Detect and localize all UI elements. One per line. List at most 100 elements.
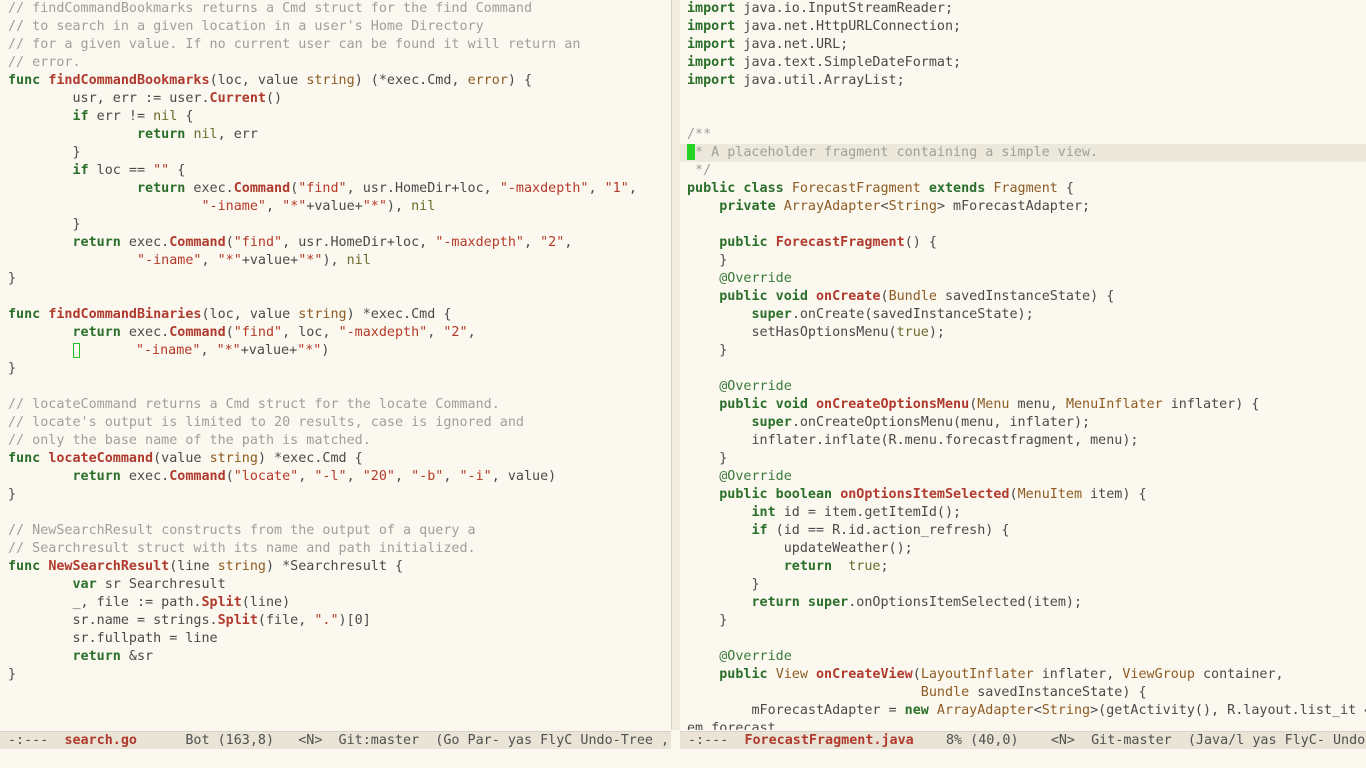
code-token: return bbox=[72, 325, 121, 340]
left-modeline-modes[interactable]: <N> Git:master (Go Par- yas FlyC Undo-Tr… bbox=[298, 733, 671, 748]
go-code-line[interactable]: func locateCommand(value string) *exec.C… bbox=[8, 450, 637, 468]
go-code-line[interactable]: // only the base name of the path is mat… bbox=[8, 432, 637, 450]
java-code-line[interactable]: import java.util.ArrayList; bbox=[687, 72, 1366, 90]
go-code-line[interactable]: } bbox=[8, 144, 637, 162]
java-code-line[interactable]: */ bbox=[687, 162, 1366, 180]
java-code-line[interactable] bbox=[687, 216, 1366, 234]
go-code-line[interactable]: } bbox=[8, 270, 637, 288]
go-code-line[interactable]: if loc == "" { bbox=[8, 162, 637, 180]
java-code-line[interactable]: public boolean onOptionsItemSelected(Men… bbox=[687, 486, 1366, 504]
code-token: Bundle bbox=[888, 289, 937, 304]
right-modeline-buffer-name[interactable]: ForecastFragment.java bbox=[744, 733, 913, 748]
java-editor-pane[interactable]: import java.io.InputStreamReader; import … bbox=[680, 0, 1366, 730]
java-code-line[interactable]: @Override bbox=[687, 648, 1366, 666]
go-code-line[interactable]: // to search in a given location in a us… bbox=[8, 18, 637, 36]
java-code-line[interactable]: inflater.inflate(R.menu.forecastfragment… bbox=[687, 432, 1366, 450]
java-code-line[interactable]: } bbox=[687, 612, 1366, 630]
code-token: Command bbox=[233, 181, 291, 196]
java-code-line[interactable]: return true; bbox=[687, 558, 1366, 576]
java-code-line[interactable]: } bbox=[687, 576, 1366, 594]
go-code-line[interactable]: // locateCommand returns a Cmd struct fo… bbox=[8, 396, 637, 414]
code-token: java.io.InputStreamReader; bbox=[735, 1, 954, 16]
left-mode-line[interactable]: -:--- search.go Bot (163,8) <N> Git:mast… bbox=[0, 731, 671, 749]
java-code-line[interactable]: Bundle savedInstanceState) { bbox=[687, 684, 1366, 702]
java-code-line[interactable]: import java.net.URL; bbox=[687, 36, 1366, 54]
java-code-line[interactable]: public void onCreate(Bundle savedInstanc… bbox=[687, 288, 1366, 306]
code-token: func bbox=[8, 451, 49, 466]
go-code-line[interactable]: var sr Searchresult bbox=[8, 576, 637, 594]
java-code-line[interactable]: * A placeholder fragment containing a si… bbox=[680, 144, 1366, 162]
java-code-line[interactable]: super.onCreate(savedInstanceState); bbox=[687, 306, 1366, 324]
right-mode-line[interactable]: -:--- ForecastFragment.java 8% (40,0) <N… bbox=[680, 731, 1366, 749]
go-code-line[interactable]: } bbox=[8, 486, 637, 504]
go-code-line[interactable]: _, file := path.Split(line) bbox=[8, 594, 637, 612]
java-code-line[interactable]: public class ForecastFragment extends Fr… bbox=[687, 180, 1366, 198]
java-code-line[interactable] bbox=[687, 360, 1366, 378]
java-code-line[interactable]: @Override bbox=[687, 270, 1366, 288]
right-modeline-modes[interactable]: <N> Git-master (Java/l yas FlyC- Undo- bbox=[1051, 733, 1366, 748]
java-code-line[interactable]: public ForecastFragment() { bbox=[687, 234, 1366, 252]
java-code-line[interactable]: int id = item.getItemId(); bbox=[687, 504, 1366, 522]
java-code-line[interactable]: return super.onOptionsItemSelected(item)… bbox=[687, 594, 1366, 612]
go-code-line[interactable]: // locate's output is limited to 20 resu… bbox=[8, 414, 637, 432]
java-code-line[interactable]: updateWeather(); bbox=[687, 540, 1366, 558]
java-code-line[interactable]: if (id == R.id.action_refresh) { bbox=[687, 522, 1366, 540]
go-code-line[interactable]: func NewSearchResult(line string) *Searc… bbox=[8, 558, 637, 576]
window-divider[interactable] bbox=[671, 0, 680, 730]
code-token: } bbox=[687, 343, 728, 358]
code-token: return bbox=[783, 559, 833, 574]
go-code-line[interactable]: return exec.Command("find", loc, "-maxde… bbox=[8, 324, 637, 342]
java-code-line[interactable]: import java.net.HttpURLConnection; bbox=[687, 18, 1366, 36]
go-code-line[interactable] bbox=[8, 288, 637, 306]
java-code-line[interactable] bbox=[687, 630, 1366, 648]
java-code-line[interactable]: import java.io.InputStreamReader; bbox=[687, 0, 1366, 18]
go-code-line[interactable]: func findCommandBookmarks(loc, value str… bbox=[8, 72, 637, 90]
java-code-line[interactable]: setHasOptionsMenu(true); bbox=[687, 324, 1366, 342]
java-code-line[interactable]: em_forecast, bbox=[687, 720, 1366, 730]
go-code-line[interactable] bbox=[8, 378, 637, 396]
minibuffer[interactable] bbox=[0, 750, 1366, 768]
java-code-line[interactable]: mForecastAdapter = new ArrayAdapter<Stri… bbox=[687, 702, 1366, 720]
go-code-line[interactable]: // error. bbox=[8, 54, 637, 72]
go-code-line[interactable]: sr.fullpath = line bbox=[8, 630, 637, 648]
go-code-line[interactable]: return exec.Command("find", usr.HomeDir+… bbox=[8, 234, 637, 252]
java-code-line[interactable]: import java.text.SimpleDateFormat; bbox=[687, 54, 1366, 72]
go-editor-pane[interactable]: // findCommandBookmarks returns a Cmd st… bbox=[0, 0, 671, 730]
go-code-line[interactable]: return &sr bbox=[8, 648, 637, 666]
code-token: return bbox=[137, 181, 186, 196]
go-code-line[interactable]: sr.name = strings.Split(file, ".")[0] bbox=[8, 612, 637, 630]
go-code-line[interactable]: usr, err := user.Current() bbox=[8, 90, 637, 108]
go-code-line[interactable]: func findCommandBinaries(loc, value stri… bbox=[8, 306, 637, 324]
go-code-line[interactable]: } bbox=[8, 216, 637, 234]
go-code-line[interactable] bbox=[8, 504, 637, 522]
java-code-line[interactable]: @Override bbox=[687, 468, 1366, 486]
java-code-line[interactable] bbox=[687, 90, 1366, 108]
java-code-line[interactable]: private ArrayAdapter<String> mForecastAd… bbox=[687, 198, 1366, 216]
go-code-line[interactable]: // for a given value. If no current user… bbox=[8, 36, 637, 54]
go-code-line[interactable]: "-iname", "*"+value+"*"), nil bbox=[8, 198, 637, 216]
go-code-line[interactable]: if err != nil { bbox=[8, 108, 637, 126]
java-code-line[interactable]: } bbox=[687, 252, 1366, 270]
go-code-line[interactable]: return nil, err bbox=[8, 126, 637, 144]
go-code-line[interactable]: // NewSearchResult constructs from the o… bbox=[8, 522, 637, 540]
java-code-line[interactable]: } bbox=[687, 342, 1366, 360]
java-code-line[interactable]: public View onCreateView(LayoutInflater … bbox=[687, 666, 1366, 684]
java-code-line[interactable]: super.onCreateOptionsMenu(menu, inflater… bbox=[687, 414, 1366, 432]
go-code-line[interactable]: "-iname", "*"+value+"*") bbox=[8, 342, 637, 360]
go-code-line[interactable]: } bbox=[8, 360, 637, 378]
go-code-line[interactable]: "-iname", "*"+value+"*"), nil bbox=[8, 252, 637, 270]
java-code-line[interactable]: } bbox=[687, 450, 1366, 468]
go-code-line[interactable]: } bbox=[8, 666, 637, 684]
go-code-line[interactable]: return exec.Command("locate", "-l", "20"… bbox=[8, 468, 637, 486]
go-code-line[interactable]: // Searchresult struct with its name and… bbox=[8, 540, 637, 558]
go-code-line[interactable]: // findCommandBookmarks returns a Cmd st… bbox=[8, 0, 637, 18]
java-code-buffer[interactable]: import java.io.InputStreamReader; import … bbox=[680, 0, 1366, 730]
java-code-line[interactable]: /** bbox=[687, 126, 1366, 144]
go-code-line[interactable]: return exec.Command("find", usr.HomeDir+… bbox=[8, 180, 637, 198]
java-code-line[interactable] bbox=[687, 108, 1366, 126]
java-code-line[interactable]: public void onCreateOptionsMenu(Menu men… bbox=[687, 396, 1366, 414]
left-modeline-buffer-name[interactable]: search.go bbox=[64, 733, 137, 748]
go-code-buffer[interactable]: // findCommandBookmarks returns a Cmd st… bbox=[8, 0, 637, 684]
java-code-line[interactable]: @Override bbox=[687, 378, 1366, 396]
